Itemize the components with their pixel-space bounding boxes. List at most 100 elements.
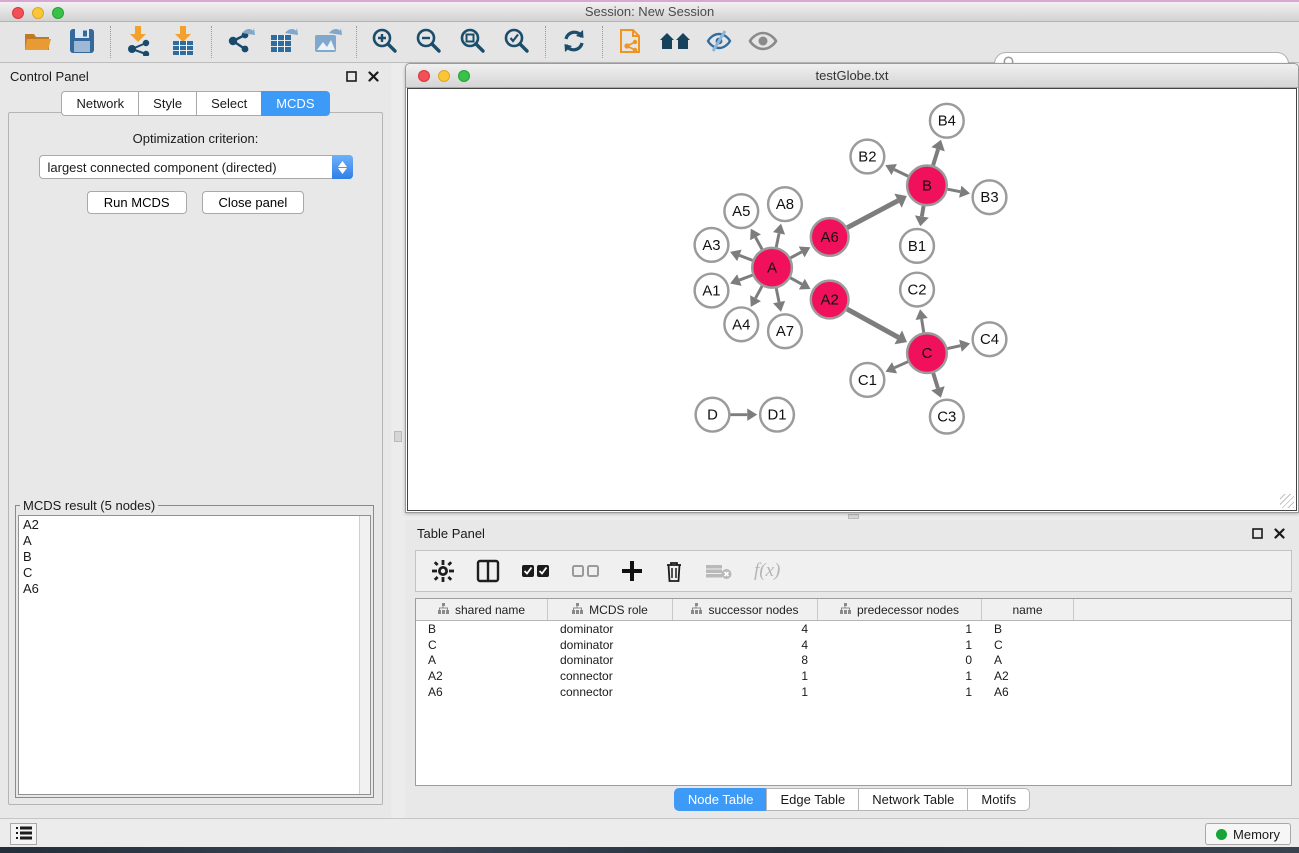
refresh-button[interactable]	[556, 26, 592, 58]
criterion-select[interactable]: largest connected component (directed)	[39, 155, 353, 179]
edge-A-A5[interactable]	[756, 237, 763, 249]
graph-node-A3[interactable]: A3	[695, 228, 729, 262]
graph-node-B4[interactable]: B4	[930, 104, 964, 138]
close-panel-button[interactable]: Close panel	[202, 191, 305, 214]
graph-node-D1[interactable]: D1	[760, 398, 794, 432]
mcds-result-item[interactable]: B	[23, 549, 366, 565]
horizontal-divider-handle[interactable]	[848, 514, 859, 519]
edge-A-A4[interactable]	[756, 286, 763, 298]
show-details-button[interactable]	[745, 26, 781, 58]
column-layout-button[interactable]	[476, 559, 500, 583]
network-canvas[interactable]: B4B2BB3B1A5A8A6A3AA1A2A4A7C2C4CC1C3DD1	[407, 88, 1297, 511]
vertical-split-divider[interactable]	[391, 63, 405, 818]
tab-style[interactable]: Style	[138, 91, 196, 116]
mcds-result-list[interactable]: A2ABCA6	[18, 515, 371, 795]
tab-edge-table[interactable]: Edge Table	[766, 788, 858, 811]
mcds-result-item[interactable]: A6	[23, 581, 366, 597]
edge-A-A8[interactable]	[776, 233, 779, 247]
edge-C-C4[interactable]	[947, 346, 960, 349]
main-titlebar[interactable]: Session: New Session	[0, 0, 1299, 22]
edge-B-B3[interactable]	[947, 189, 960, 191]
save-session-button[interactable]	[64, 26, 100, 58]
network-zoom-button[interactable]	[458, 70, 470, 82]
settings-gear-button[interactable]	[432, 560, 454, 582]
graph-node-A7[interactable]: A7	[768, 314, 802, 348]
tab-network-table[interactable]: Network Table	[858, 788, 967, 811]
export-network-button[interactable]	[222, 26, 258, 58]
hide-details-button[interactable]	[701, 26, 737, 58]
column-header-shared-name[interactable]: shared name	[416, 599, 548, 620]
tab-node-table[interactable]: Node Table	[674, 788, 767, 811]
graph-node-A6[interactable]: A6	[811, 218, 849, 256]
graph-node-A4[interactable]: A4	[724, 307, 758, 341]
memory-button[interactable]: Memory	[1205, 823, 1291, 845]
open-file-button[interactable]	[20, 26, 56, 58]
column-header-name[interactable]: name	[982, 599, 1074, 620]
network-minimize-button[interactable]	[438, 70, 450, 82]
edge-C-C2[interactable]	[922, 319, 924, 333]
function-builder-button[interactable]: f(x)	[754, 560, 780, 582]
table-close-panel-icon[interactable]	[1271, 525, 1287, 541]
mcds-result-item[interactable]: C	[23, 565, 366, 581]
column-header-successor-nodes[interactable]: successor nodes	[673, 599, 818, 620]
float-panel-icon[interactable]	[343, 68, 359, 84]
graph-node-A5[interactable]: A5	[724, 194, 758, 228]
graph-node-A8[interactable]: A8	[768, 187, 802, 221]
import-table-button[interactable]	[165, 26, 201, 58]
tab-mcds[interactable]: MCDS	[261, 91, 329, 116]
edge-B-B4[interactable]	[933, 149, 938, 165]
add-column-button[interactable]	[622, 561, 642, 581]
table-row[interactable]: Adominator80A	[416, 653, 1291, 669]
table-float-panel-icon[interactable]	[1249, 525, 1265, 541]
table-row[interactable]: A6connector11A6	[416, 684, 1291, 700]
column-header-predecessor-nodes[interactable]: predecessor nodes	[818, 599, 982, 620]
edge-A-A3[interactable]	[739, 255, 752, 260]
horizontal-split-divider[interactable]	[405, 513, 1299, 520]
table-row[interactable]: A2connector11A2	[416, 668, 1291, 684]
edge-A-A6[interactable]	[790, 252, 801, 258]
delete-table-button[interactable]	[706, 562, 732, 580]
deselect-all-button[interactable]	[572, 564, 600, 578]
export-image-button[interactable]	[310, 26, 346, 58]
close-panel-icon[interactable]	[365, 68, 381, 84]
mcds-result-item[interactable]: A2	[23, 517, 366, 533]
new-network-from-file-button[interactable]	[613, 26, 649, 58]
graph-node-A[interactable]: A	[752, 248, 792, 288]
edge-B-B1[interactable]	[922, 206, 924, 217]
zoom-fit-button[interactable]	[455, 26, 491, 58]
run-mcds-button[interactable]: Run MCDS	[87, 191, 187, 214]
edge-B-B2[interactable]	[894, 169, 908, 176]
edge-A2-C[interactable]	[847, 309, 898, 337]
edge-A-A1[interactable]	[739, 275, 752, 280]
node-table[interactable]: shared nameMCDS rolesuccessor nodesprede…	[415, 598, 1292, 786]
graph-node-A1[interactable]: A1	[695, 274, 729, 308]
delete-column-button[interactable]	[664, 560, 684, 582]
graph-node-B1[interactable]: B1	[900, 229, 934, 263]
mcds-result-item[interactable]: A	[23, 533, 366, 549]
graph-node-A2[interactable]: A2	[811, 281, 849, 319]
graph-node-C[interactable]: C	[907, 333, 947, 373]
home-button[interactable]	[657, 26, 693, 58]
export-table-button[interactable]	[266, 26, 302, 58]
graph-node-C4[interactable]: C4	[973, 322, 1007, 356]
zoom-in-button[interactable]	[367, 26, 403, 58]
column-header-MCDS-role[interactable]: MCDS role	[548, 599, 673, 620]
network-close-button[interactable]	[418, 70, 430, 82]
graph-node-C1[interactable]: C1	[851, 363, 885, 397]
edge-C-C3[interactable]	[933, 373, 938, 388]
tab-network[interactable]: Network	[61, 91, 138, 116]
graph-node-C2[interactable]: C2	[900, 273, 934, 307]
mcds-list-scrollbar[interactable]	[359, 516, 370, 794]
graph-node-B2[interactable]: B2	[851, 140, 885, 174]
minimize-window-button[interactable]	[32, 7, 44, 19]
table-row[interactable]: Bdominator41B	[416, 621, 1291, 637]
import-network-button[interactable]	[121, 26, 157, 58]
graph-node-C3[interactable]: C3	[930, 400, 964, 434]
edge-A-A2[interactable]	[790, 278, 802, 284]
select-all-button[interactable]	[522, 564, 550, 578]
zoom-selected-button[interactable]	[499, 26, 535, 58]
zoom-out-button[interactable]	[411, 26, 447, 58]
network-window-titlebar[interactable]: testGlobe.txt	[406, 64, 1298, 88]
graph-node-D[interactable]: D	[696, 398, 730, 432]
vertical-divider-handle[interactable]	[394, 431, 402, 442]
